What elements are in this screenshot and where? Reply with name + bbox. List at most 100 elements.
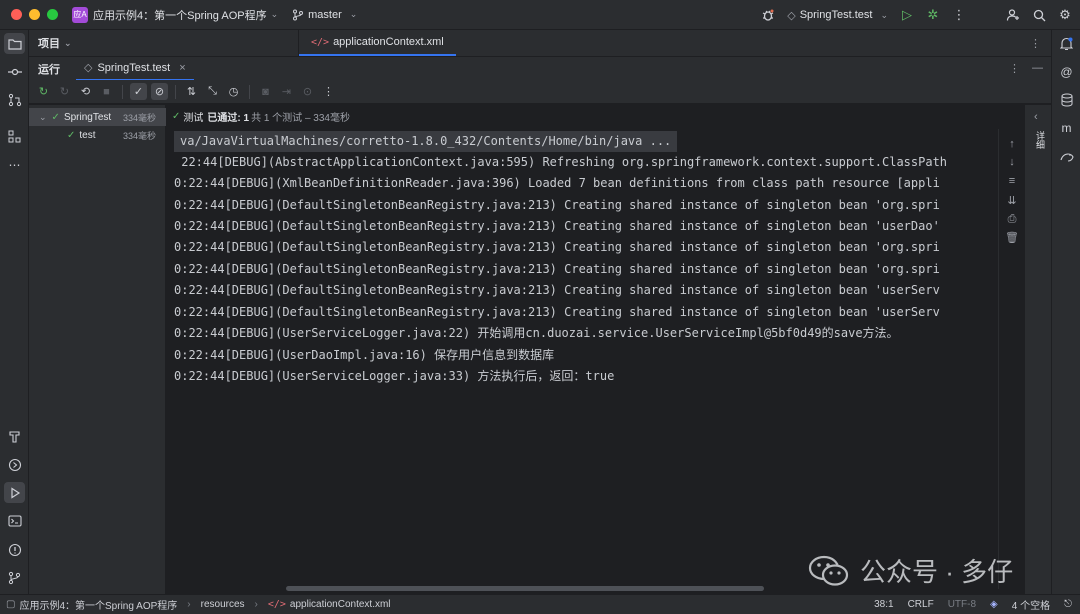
trash-icon[interactable]: 🗑 <box>1005 230 1019 244</box>
stop-icon[interactable]: ■ <box>98 83 115 100</box>
problems-icon[interactable] <box>4 539 25 560</box>
xml-file-icon: </> <box>311 36 330 48</box>
breadcrumb-project[interactable]: 应用示例4：第一个Spring AOP程序 <box>19 597 177 612</box>
terminal-icon[interactable] <box>4 510 25 531</box>
window-controls <box>11 9 58 20</box>
chevron-down-icon: ⌄ <box>349 9 358 19</box>
git-icon[interactable] <box>4 567 25 588</box>
print-icon[interactable]: ⎙ <box>1005 212 1019 226</box>
more-vertical-icon[interactable]: ⋮ <box>320 83 337 100</box>
console-line: 0:22:44[DEBUG](XmlBeanDefinitionReader.j… <box>174 176 940 190</box>
tree-item-test[interactable]: ✓ test 334毫秒 <box>29 126 166 144</box>
project-badge[interactable]: 应A <box>72 6 88 23</box>
shield-icon[interactable]: ◈ <box>990 599 998 610</box>
scroll-to-end-icon[interactable]: ⇊ <box>1005 193 1019 207</box>
project-panel-header[interactable]: 项目 ⌄ <box>29 30 298 56</box>
add-user-icon[interactable] <box>1000 0 1026 30</box>
console-line: 0:22:44[DEBUG](DefaultSingletonBeanRegis… <box>174 283 940 297</box>
file-encoding[interactable]: UTF-8 <box>948 599 976 610</box>
horizontal-scrollbar[interactable] <box>286 586 764 591</box>
right-tool-strip: @ m <box>1051 30 1080 594</box>
export-icon[interactable]: ⇥ <box>278 83 295 100</box>
zoom-window-button[interactable] <box>47 9 58 20</box>
console-output[interactable]: ✓ 测试 已通过: 1 共 1 个测试 – 334毫秒 va/JavaVirtu… <box>166 105 1024 594</box>
breadcrumb: ▢ 应用示例4：第一个Spring AOP程序 › resources › </… <box>6 597 391 612</box>
search-icon[interactable] <box>1026 0 1052 30</box>
notifications-bell-icon[interactable] <box>1056 33 1077 54</box>
indent-setting[interactable]: 4 个空格 <box>1012 597 1050 612</box>
run-tool-icon[interactable] <box>4 482 25 503</box>
camera-icon[interactable]: ◙ <box>257 83 274 100</box>
lock-icon[interactable]: ⎋ <box>1064 599 1072 610</box>
console-lines[interactable]: va/JavaVirtualMachines/corretto-1.8.0_43… <box>166 129 998 589</box>
database-icon[interactable] <box>1056 89 1077 110</box>
structure-icon[interactable] <box>4 126 25 147</box>
toggle-auto-test-icon[interactable]: ⟲ <box>77 83 94 100</box>
debug-bug-icon[interactable] <box>755 0 781 30</box>
project-selector[interactable]: 应用示例4：第一个Spring AOP程序 <box>93 7 267 23</box>
soft-wrap-icon[interactable]: ≡ <box>1005 174 1019 188</box>
gradle-icon[interactable] <box>1056 145 1077 166</box>
history-clock-icon[interactable]: ◷ <box>225 83 242 100</box>
sort-by-duration-icon[interactable]: ⤡ <box>204 83 221 100</box>
minimize-window-button[interactable] <box>29 9 40 20</box>
line-ending[interactable]: CRLF <box>908 599 934 610</box>
gear-icon[interactable]: ⚙ <box>1052 0 1078 30</box>
chevron-down-icon[interactable]: ⌄ <box>271 9 279 20</box>
more-vertical-icon[interactable]: ⋮ <box>1030 37 1041 50</box>
debug-icon[interactable]: ✲ <box>920 0 946 30</box>
tree-item-duration: 334毫秒 <box>122 130 156 141</box>
commit-icon[interactable] <box>4 61 25 82</box>
sort-alphabetically-icon[interactable]: ⇅ <box>183 83 200 100</box>
chevron-right-icon: › <box>187 599 191 610</box>
run-configuration-selector[interactable]: ◇ SpringTest.test ⌄ <box>781 9 894 22</box>
rerun-failed-icon[interactable]: ↻ <box>56 83 73 100</box>
branch-selector[interactable]: master ⌄ <box>292 9 357 21</box>
folder-icon[interactable] <box>4 33 25 54</box>
close-window-button[interactable] <box>11 9 22 20</box>
console-actions: ↑ ↓ ≡ ⇊ ⎙ 🗑 <box>998 129 1024 589</box>
breadcrumb-resources[interactable]: resources <box>201 599 245 610</box>
watermark: 公众号 · 多仔 <box>808 552 1013 589</box>
breadcrumb-file[interactable]: applicationContext.xml <box>290 599 391 610</box>
console-line: 0:22:44[DEBUG](DefaultSingletonBeanRegis… <box>174 198 940 212</box>
rerun-icon[interactable]: ↻ <box>35 83 52 100</box>
ai-assistant-icon[interactable]: @ <box>1056 61 1077 82</box>
services-icon[interactable] <box>4 454 25 475</box>
chevron-left-icon[interactable]: ‹ <box>1034 111 1038 123</box>
minimize-panel-icon[interactable]: — <box>1032 62 1043 75</box>
run-play-icon[interactable]: ▷ <box>894 0 920 30</box>
test-passed-icon: ✓ <box>172 110 181 122</box>
tree-item-spring-test[interactable]: ⌄ ✓ SpringTest 334毫秒 <box>29 108 166 126</box>
chevron-down-icon[interactable]: ⌄ <box>64 38 72 49</box>
more-vertical-icon[interactable]: ⋮ <box>1009 62 1020 75</box>
left-tool-strip: ⋯ <box>0 30 29 594</box>
toolbar-separator <box>122 84 123 99</box>
tab-application-context[interactable]: </> applicationContext.xml <box>299 30 456 56</box>
console-line: 0:22:44[DEBUG](DefaultSingletonBeanRegis… <box>174 240 940 254</box>
test-status-bar: ✓ 测试 已通过: 1 共 1 个测试 – 334毫秒 <box>166 105 1024 127</box>
show-ignored-icon[interactable]: ⊘ <box>151 83 168 100</box>
run-toolbar: ↻ ↻ ⟲ ■ ✓ ⊘ ⇅ ⤡ ◷ ◙ ⇥ ⊙ ⋮ <box>29 80 1051 104</box>
more-horizontal-icon[interactable]: ⋯ <box>4 154 25 175</box>
chevron-down-icon[interactable]: ⌄ <box>39 112 47 123</box>
tab-spring-test[interactable]: ◇ SpringTest.test × <box>76 57 194 81</box>
console-line: 22:44[DEBUG](AbstractApplicationContext.… <box>174 155 948 169</box>
scroll-up-arrow-icon[interactable]: ↑ <box>1005 137 1019 151</box>
editor-tab-bar: </> applicationContext.xml ⋮ <box>298 30 1051 56</box>
tree-item-duration: 334毫秒 <box>122 112 156 123</box>
console-line[interactable]: va/JavaVirtualMachines/corretto-1.8.0_43… <box>174 131 678 152</box>
caret-position[interactable]: 38:1 <box>874 599 893 610</box>
maven-icon[interactable]: m <box>1056 117 1077 138</box>
more-vertical-icon[interactable]: ⋮ <box>946 0 972 30</box>
scroll-down-arrow-icon[interactable]: ↓ <box>1005 155 1019 169</box>
details-side-panel[interactable]: ‹ 详细 <box>1024 105 1051 594</box>
close-icon[interactable]: × <box>179 62 185 74</box>
build-hammer-icon[interactable] <box>4 426 25 447</box>
coverage-icon[interactable]: ⊙ <box>299 83 316 100</box>
console-line: 0:22:44[DEBUG](UserServiceLogger.java:22… <box>174 326 899 340</box>
show-passed-icon[interactable]: ✓ <box>130 83 147 100</box>
pull-request-icon[interactable] <box>4 89 25 110</box>
test-passed-icon: ✓ <box>51 111 60 123</box>
tree-item-label: SpringTest <box>63 111 112 123</box>
